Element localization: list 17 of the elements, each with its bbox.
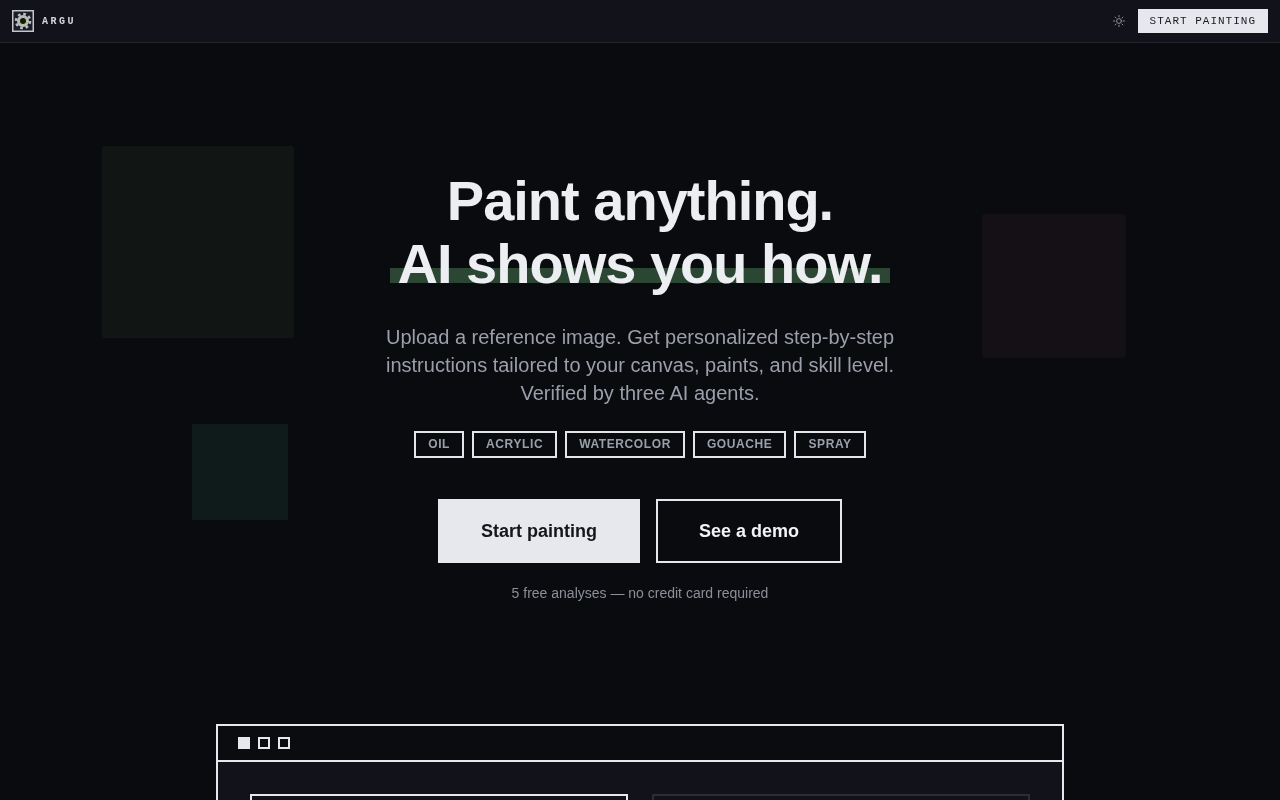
headline: Paint anything. [445, 169, 835, 232]
start-painting-button[interactable]: START PAINTING [1137, 9, 1268, 33]
gear-logo-icon [12, 10, 34, 32]
outline-square-icon [278, 737, 290, 749]
medium-tag: SPRAY [794, 431, 866, 458]
hero-description: Upload a reference image. Get personalized step-by-step instructions tailored to your canvas, paints, and skill level. Verified by three AI agents. [385, 325, 895, 406]
outline-square-icon [258, 737, 270, 749]
demo-button[interactable]: See a demo [656, 499, 842, 563]
medium-tag: ACRYLIC [472, 431, 558, 458]
free-trial-note: 5 free analyses — no credit card required [511, 584, 769, 603]
medium-tag: GOUACHE [692, 431, 787, 458]
brand-name: ARGU [42, 15, 76, 27]
start-painting-button[interactable]: Start painting [438, 499, 640, 563]
sun-icon[interactable] [1112, 15, 1125, 27]
medium-tag: OIL [414, 431, 465, 458]
medium-tag: WATERCOLOR [565, 431, 685, 458]
filled-square-icon [238, 737, 250, 749]
